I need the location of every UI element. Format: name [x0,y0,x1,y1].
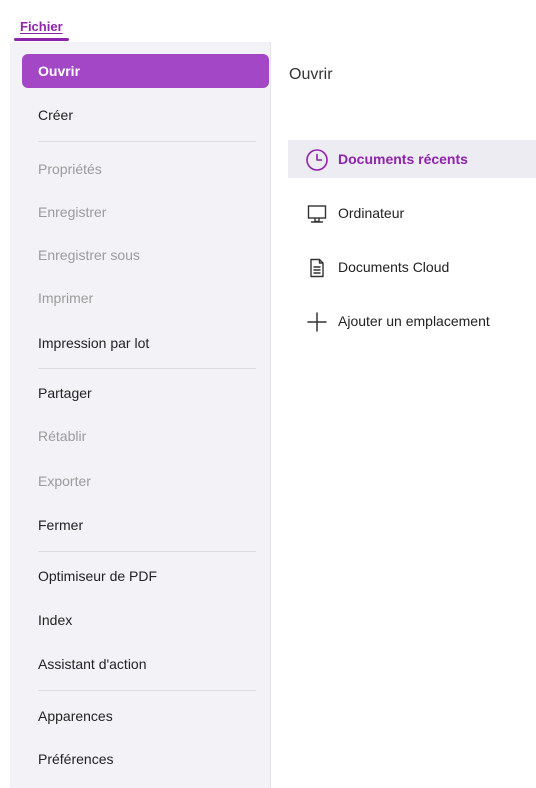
file-sidebar: Ouvrir Créer Propriétés Enregistrer Enre… [10,42,271,788]
location-documents-recents[interactable]: Documents récents [288,140,536,178]
location-ajouter-emplacement[interactable]: Ajouter un emplacement [288,302,536,340]
sidebar-item-exporter[interactable]: Exporter [22,464,269,498]
sidebar-item-apparences[interactable]: Apparences [22,699,269,733]
sidebar-item-fermer[interactable]: Fermer [22,508,269,542]
location-documents-cloud[interactable]: Documents Cloud [288,248,536,286]
document-icon [310,258,324,278]
sidebar-item-enregistrer[interactable]: Enregistrer [22,195,269,229]
sidebar-divider [38,690,256,691]
sidebar-item-impression-par-lot[interactable]: Impression par lot [22,326,269,360]
sidebar-item-assistant-action[interactable]: Assistant d'action [22,647,269,681]
sidebar-item-index[interactable]: Index [22,603,269,637]
plus-icon [307,312,327,332]
sidebar-item-creer[interactable]: Créer [22,98,269,132]
location-label: Ordinateur [338,205,405,221]
location-label: Documents récents [338,151,468,167]
sidebar-item-enregistrer-sous[interactable]: Enregistrer sous [22,238,269,272]
sidebar-item-partager[interactable]: Partager [22,376,269,410]
clock-icon [306,149,328,171]
top-tab-bar: Fichier [0,0,536,42]
open-location-list: Documents récents Ordinateur Documents C… [288,140,536,380]
sidebar-item-proprietes[interactable]: Propriétés [22,152,269,186]
sidebar-divider [38,551,256,552]
sidebar-divider [38,141,256,142]
page-title: Ouvrir [289,66,333,83]
sidebar-item-preferences[interactable]: Préférences [22,742,269,776]
file-backstage-page: Fichier Ouvrir Créer Propriétés Enregist… [0,0,536,788]
computer-icon [307,205,327,223]
location-ordinateur[interactable]: Ordinateur [288,194,536,232]
tab-bar-line [12,35,86,37]
sidebar-item-imprimer[interactable]: Imprimer [22,281,269,315]
sidebar-item-ouvrir[interactable]: Ouvrir [22,54,269,88]
file-tab[interactable]: Fichier [14,20,69,41]
sidebar-divider [38,368,256,369]
location-label: Documents Cloud [338,259,450,275]
sidebar-item-optimiseur-de-pdf[interactable]: Optimiseur de PDF [22,559,269,593]
location-label: Ajouter un emplacement [338,313,490,329]
sidebar-item-retablir[interactable]: Rétablir [22,419,269,453]
